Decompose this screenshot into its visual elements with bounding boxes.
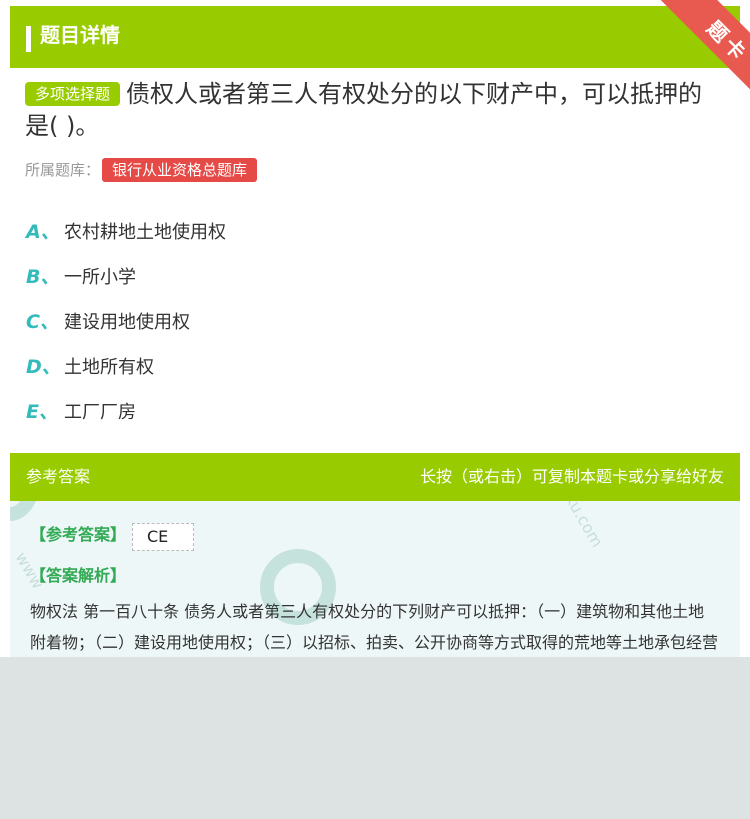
option-text: 工厂厂房 bbox=[64, 401, 136, 423]
question-text: 债权人或者第三人有权处分的以下财产中，可以抵押的是( )。 bbox=[25, 80, 703, 140]
page-title: 题目详情 bbox=[40, 23, 120, 47]
option-letter: E、 bbox=[26, 401, 58, 423]
page-header: 题目详情 bbox=[10, 6, 740, 68]
answer-bar: 参考答案 长按（或右击）可复制本题卡或分享给好友 bbox=[10, 453, 740, 501]
header-accent-bar bbox=[26, 26, 31, 52]
option-c[interactable]: C、 建设用地使用权 bbox=[26, 298, 726, 343]
option-letter: C、 bbox=[26, 311, 59, 333]
question-library: 所属题库： 银行从业资格总题库 bbox=[25, 157, 258, 183]
library-tag[interactable]: 银行从业资格总题库 bbox=[102, 158, 258, 182]
watermark-text: ku.com bbox=[561, 501, 607, 551]
option-text: 建设用地使用权 bbox=[64, 311, 190, 333]
question-card-page: 题目详情 题卡 多项选择题 债权人或者第三人有权处分的以下财产中，可以抵押的是( … bbox=[0, 0, 750, 819]
options-list: A、 农村耕地土地使用权 B、 一所小学 C、 建设用地使用权 D、 土地所有权… bbox=[26, 208, 726, 433]
question-type-badge: 多项选择题 bbox=[25, 82, 121, 106]
option-e[interactable]: E、 工厂厂房 bbox=[26, 388, 726, 433]
option-text: 农村耕地土地使用权 bbox=[64, 221, 226, 243]
option-letter: B、 bbox=[26, 266, 60, 288]
watermark-ring bbox=[10, 501, 40, 521]
option-b[interactable]: B、 一所小学 bbox=[26, 253, 726, 298]
option-letter: A、 bbox=[26, 221, 60, 243]
option-d[interactable]: D、 土地所有权 bbox=[26, 343, 726, 388]
copy-share-hint: 长按（或右击）可复制本题卡或分享给好友 bbox=[419, 467, 724, 486]
analysis-text: 物权法 第一百八十条 债务人或者第三人有权处分的下列财产可以抵押：（一）建筑物和… bbox=[30, 602, 719, 652]
option-text: 土地所有权 bbox=[64, 356, 154, 378]
option-text: 一所小学 bbox=[64, 266, 136, 288]
answer-label: 【参考答案】 bbox=[30, 525, 127, 544]
question-stem: 多项选择题 债权人或者第三人有权处分的以下财产中，可以抵押的是( )。 bbox=[25, 78, 725, 142]
overlay-backdrop bbox=[0, 657, 750, 819]
analysis-label: 【答案解析】 bbox=[30, 566, 127, 585]
library-label: 所属题库： bbox=[25, 161, 101, 179]
option-a[interactable]: A、 农村耕地土地使用权 bbox=[26, 208, 726, 253]
answer-panel: www ku.com 【参考答案】 CE 【答案解析】 物权法 第一百八十条 债… bbox=[10, 501, 740, 661]
answer-bar-label: 参考答案 bbox=[26, 467, 91, 486]
answer-value: CE bbox=[132, 523, 194, 551]
option-letter: D、 bbox=[26, 356, 61, 378]
